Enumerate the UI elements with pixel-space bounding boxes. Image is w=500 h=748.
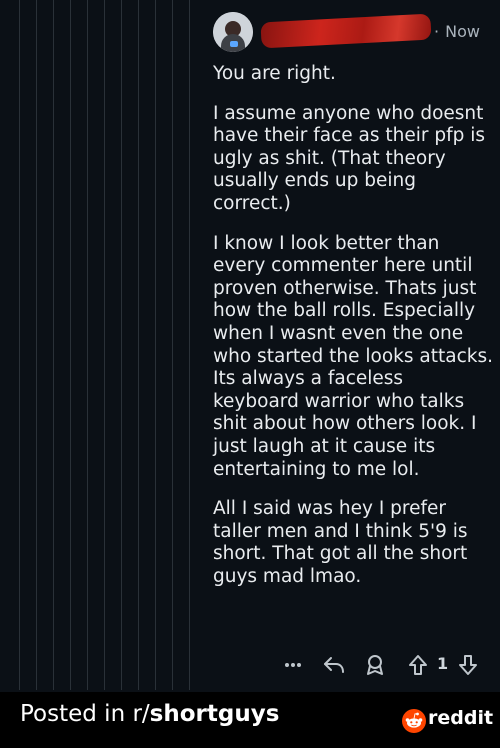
comment-actions: [283, 651, 483, 679]
posted-in-label: Posted in r/shortguys: [20, 701, 279, 727]
reddit-wordmark: reddit: [428, 707, 494, 729]
posted-prefix: Posted in r/: [20, 701, 150, 727]
downvote-arrow-icon[interactable]: [456, 651, 480, 679]
upvote-arrow-icon[interactable]: [406, 651, 430, 679]
reddit-snoo-icon: [402, 709, 426, 733]
subreddit-name[interactable]: shortguys: [150, 701, 280, 727]
share-footer: Posted in r/shortguys reddit: [0, 692, 500, 748]
award-icon[interactable]: [363, 651, 387, 679]
vote-count: 1: [437, 654, 449, 673]
more-horizontal-icon[interactable]: [283, 651, 303, 679]
avatar[interactable]: [213, 12, 253, 52]
comment-header: · Now: [213, 12, 493, 52]
timestamp: Now: [445, 22, 480, 41]
comment-paragraph: I know I look better than every commente…: [213, 232, 493, 480]
comment-paragraph: You are right.: [213, 63, 336, 84]
reply-arrow-icon[interactable]: [322, 651, 346, 679]
comment-paragraph: I assume anyone who doesnt have their fa…: [213, 102, 486, 214]
thread-indent-lines: [0, 0, 200, 690]
comment-paragraph: All I said was hey I prefer taller men a…: [213, 498, 468, 587]
comment-meta: · Now: [434, 22, 480, 41]
meta-separator: ·: [434, 22, 440, 41]
username-redacted: [260, 13, 432, 49]
comment-body: You are right. I assume anyone who doesn…: [213, 63, 493, 605]
